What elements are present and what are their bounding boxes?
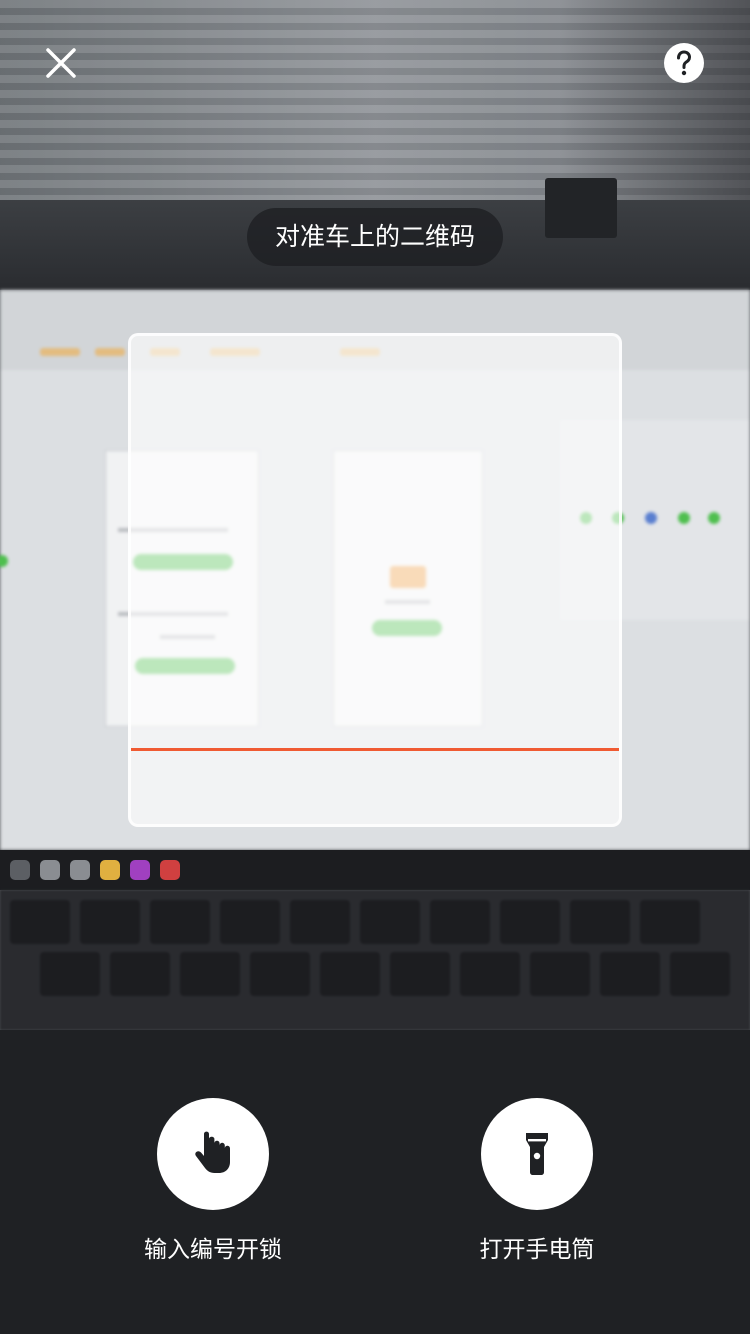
enter-code-unlock-label: 输入编号开锁 (144, 1237, 282, 1263)
flashlight-button[interactable]: 打开手电筒 (407, 1098, 667, 1278)
flashlight-icon (526, 1133, 548, 1175)
close-button[interactable] (36, 38, 86, 88)
help-icon (677, 50, 692, 76)
bottom-action-panel: 输入编号开锁 打开手电筒 (0, 1030, 750, 1334)
blurred-keyboard (0, 890, 750, 1030)
hand-tap-icon (195, 1131, 230, 1173)
close-icon (46, 48, 76, 78)
scan-hint: 对准车上的二维码 (247, 208, 503, 266)
webcam (545, 178, 617, 238)
help-button[interactable] (664, 43, 704, 83)
qr-scan-frame (128, 333, 622, 827)
blurred-taskbar (0, 850, 750, 890)
enter-code-unlock-button[interactable]: 输入编号开锁 (83, 1098, 343, 1278)
flashlight-label: 打开手电筒 (479, 1237, 595, 1263)
scan-line (131, 748, 619, 751)
